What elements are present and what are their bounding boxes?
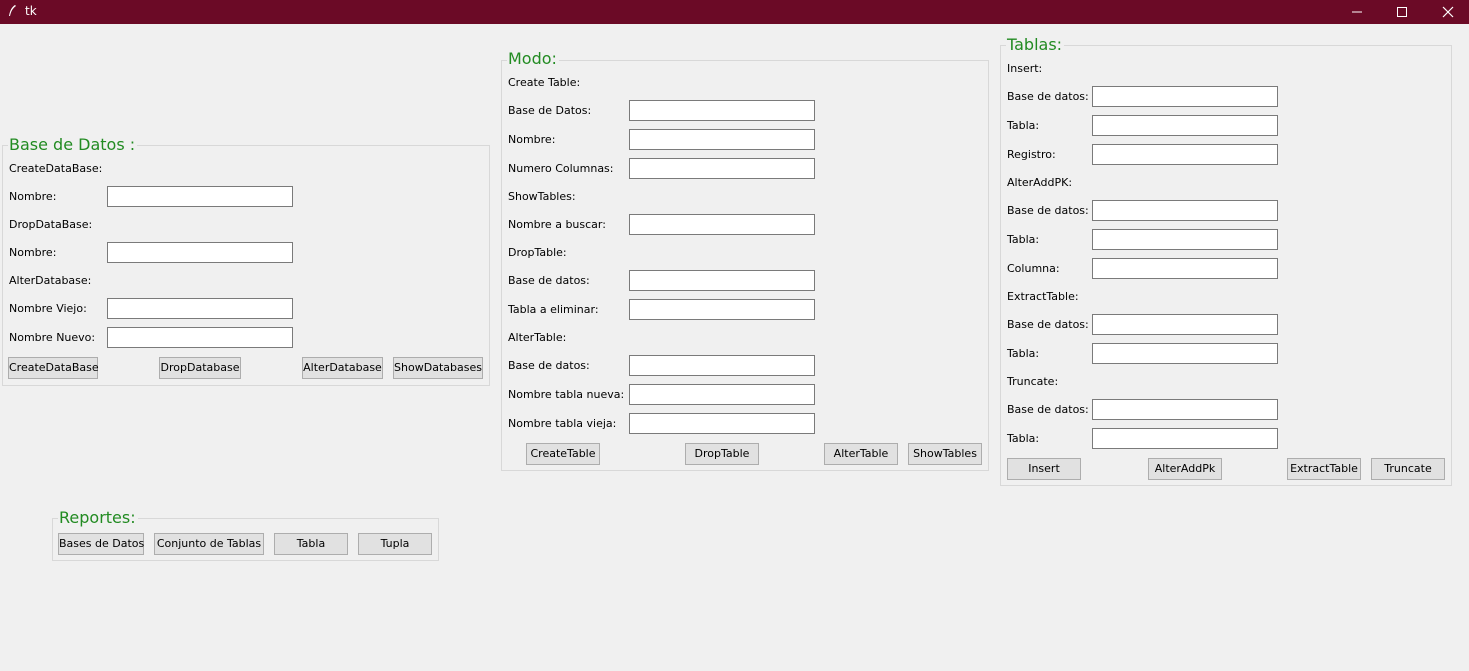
alteraddpk-header: AlterAddPK: (1007, 176, 1073, 189)
create-table-nombre-label: Nombre: (508, 133, 556, 146)
extract-base-label: Base de datos: (1007, 318, 1089, 331)
alter-database-button[interactable]: AlterDatabase (302, 357, 383, 379)
alter-table-header: AlterTable: (508, 331, 567, 344)
drop-database-header: DropDataBase: (9, 218, 93, 231)
nombre-tabla-vieja-input[interactable] (629, 413, 815, 434)
title-bar: tk (0, 0, 1469, 24)
base-de-datos-title: Base de Datos : (8, 135, 138, 154)
pk-base-input[interactable] (1092, 200, 1278, 221)
insert-base-input[interactable] (1092, 86, 1278, 107)
pk-tabla-label: Tabla: (1007, 233, 1040, 246)
extract-tabla-input[interactable] (1092, 343, 1278, 364)
truncate-tabla-label: Tabla: (1007, 432, 1040, 445)
conjunto-de-tablas-report-button[interactable]: Conjunto de Tablas (154, 533, 264, 555)
drop-nombre-input[interactable] (107, 242, 293, 263)
drop-nombre-label: Nombre: (9, 246, 57, 259)
nombre-buscar-input[interactable] (629, 214, 815, 235)
show-databases-button[interactable]: ShowDatabases (393, 357, 483, 379)
close-icon (1442, 6, 1454, 18)
nombre-tabla-vieja-label: Nombre tabla vieja: (508, 417, 617, 430)
extract-table-header: ExtractTable: (1007, 290, 1079, 303)
alter-database-header: AlterDatabase: (9, 274, 92, 287)
window-title: tk (25, 4, 37, 18)
extract-tabla-label: Tabla: (1007, 347, 1040, 360)
minimize-button[interactable] (1334, 0, 1380, 24)
nombre-nuevo-label: Nombre Nuevo: (9, 331, 96, 344)
create-database-header: CreateDataBase: (9, 162, 103, 175)
tablas-title: Tablas: (1006, 35, 1065, 54)
alter-table-button[interactable]: AlterTable (824, 443, 898, 465)
insert-base-label: Base de datos: (1007, 90, 1089, 103)
base-de-datos-group (2, 145, 490, 386)
show-tables-button[interactable]: ShowTables (908, 443, 982, 465)
insert-tabla-input[interactable] (1092, 115, 1278, 136)
truncate-base-label: Base de datos: (1007, 403, 1089, 416)
maximize-icon (1397, 7, 1407, 17)
create-table-base-label: Base de Datos: (508, 104, 592, 117)
pk-base-label: Base de datos: (1007, 204, 1089, 217)
alter-table-base-label: Base de datos: (508, 359, 590, 372)
nombre-viejo-label: Nombre Viejo: (9, 302, 87, 315)
insert-header: Insert: (1007, 62, 1043, 75)
reportes-title: Reportes: (58, 508, 138, 527)
modo-group (501, 60, 989, 471)
extract-base-input[interactable] (1092, 314, 1278, 335)
nombre-tabla-nueva-label: Nombre tabla nueva: (508, 388, 625, 401)
truncate-header: Truncate: (1007, 375, 1059, 388)
feather-icon (9, 5, 16, 16)
tupla-report-button[interactable]: Tupla (358, 533, 432, 555)
extract-table-button[interactable]: ExtractTable (1287, 458, 1361, 480)
tabla-eliminar-label: Tabla a eliminar: (508, 303, 599, 316)
tabla-eliminar-input[interactable] (629, 299, 815, 320)
drop-table-button[interactable]: DropTable (685, 443, 759, 465)
drop-table-base-input[interactable] (629, 270, 815, 291)
drop-table-header: DropTable: (508, 246, 567, 259)
columna-label: Columna: (1007, 262, 1060, 275)
minimize-icon (1352, 11, 1362, 13)
create-nombre-label: Nombre: (9, 190, 57, 203)
create-table-button[interactable]: CreateTable (526, 443, 600, 465)
show-tables-header: ShowTables: (508, 190, 576, 203)
truncate-tabla-input[interactable] (1092, 428, 1278, 449)
registro-label: Registro: (1007, 148, 1056, 161)
create-nombre-input[interactable] (107, 186, 293, 207)
numero-columnas-label: Numero Columnas: (508, 162, 614, 175)
insert-button[interactable]: Insert (1007, 458, 1081, 480)
tabla-report-button[interactable]: Tabla (274, 533, 348, 555)
create-table-header: Create Table: (508, 76, 581, 89)
create-table-base-input[interactable] (629, 100, 815, 121)
pk-tabla-input[interactable] (1092, 229, 1278, 250)
insert-tabla-label: Tabla: (1007, 119, 1040, 132)
modo-title: Modo: (507, 49, 559, 68)
alter-table-base-input[interactable] (629, 355, 815, 376)
nombre-tabla-nueva-input[interactable] (629, 384, 815, 405)
truncate-button[interactable]: Truncate (1371, 458, 1445, 480)
drop-table-base-label: Base de datos: (508, 274, 590, 287)
maximize-button[interactable] (1379, 0, 1425, 24)
create-database-button[interactable]: CreateDataBase (8, 357, 99, 379)
alteraddpk-button[interactable]: AlterAddPk (1148, 458, 1222, 480)
numero-columnas-input[interactable] (629, 158, 815, 179)
close-button[interactable] (1425, 0, 1469, 24)
nombre-buscar-label: Nombre a buscar: (508, 218, 606, 231)
truncate-base-input[interactable] (1092, 399, 1278, 420)
columna-input[interactable] (1092, 258, 1278, 279)
nombre-nuevo-input[interactable] (107, 327, 293, 348)
bases-de-datos-report-button[interactable]: Bases de Datos (58, 533, 144, 555)
registro-input[interactable] (1092, 144, 1278, 165)
drop-database-button[interactable]: DropDatabase (159, 357, 241, 379)
create-table-nombre-input[interactable] (629, 129, 815, 150)
nombre-viejo-input[interactable] (107, 298, 293, 319)
